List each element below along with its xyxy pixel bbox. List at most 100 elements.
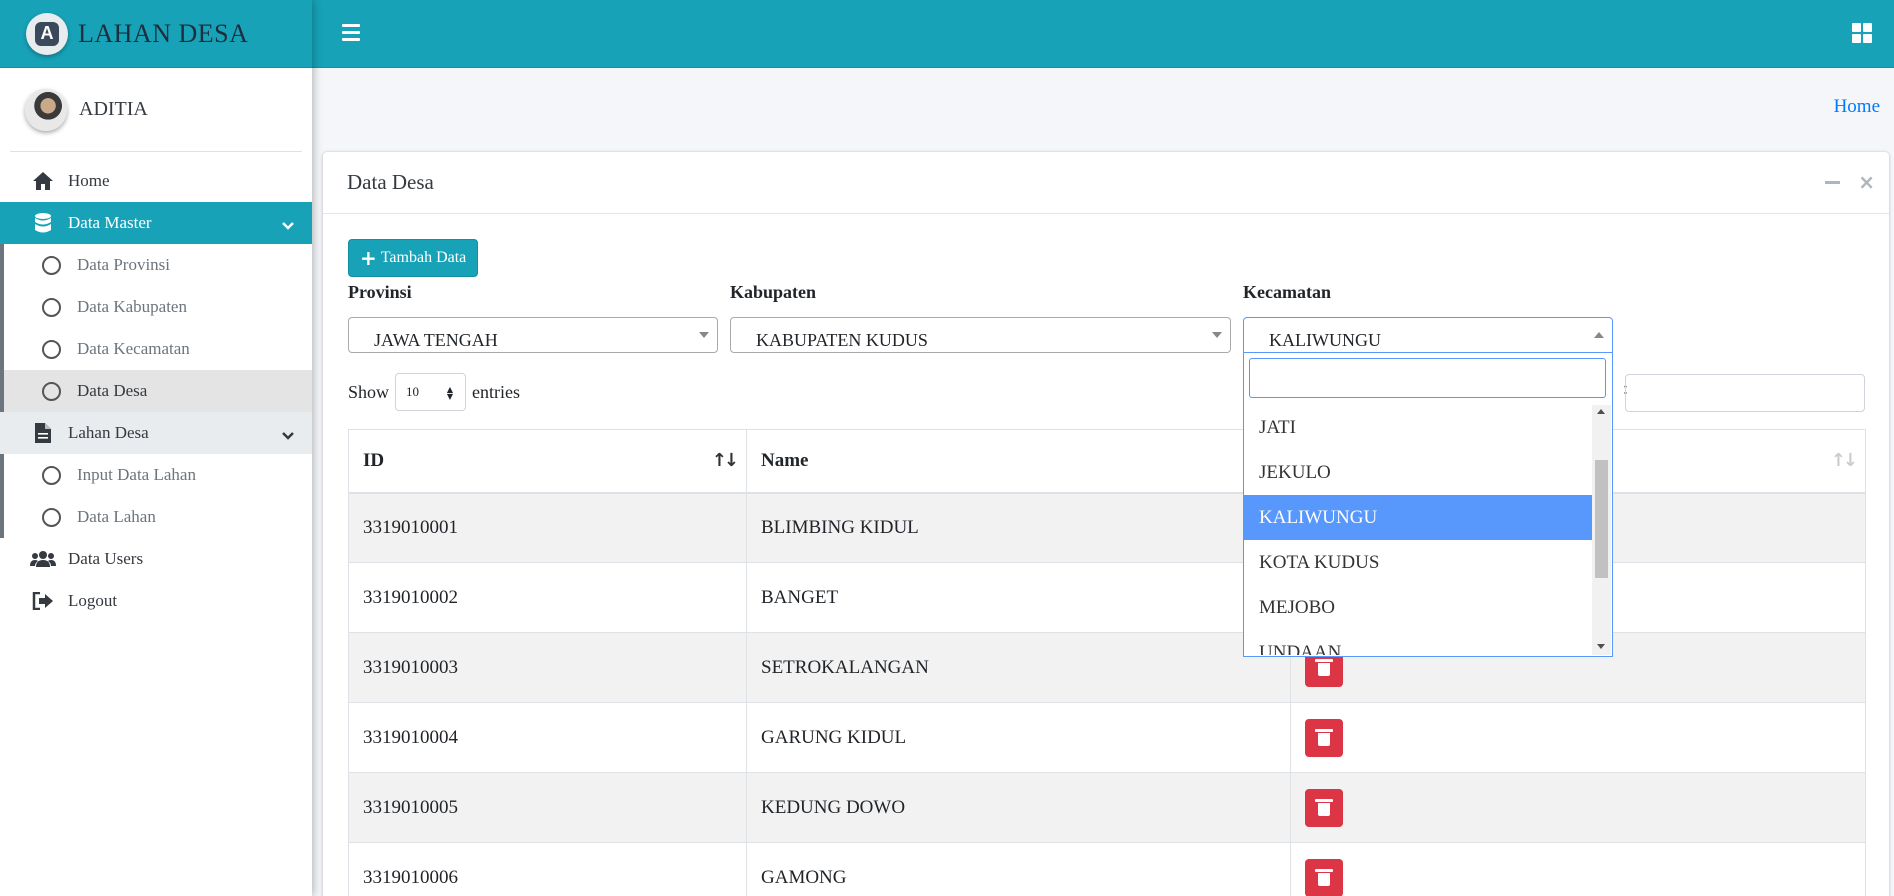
brand-link[interactable]: A LAHAN DESA	[0, 0, 312, 68]
cell-id: 3319010006	[348, 842, 747, 896]
entries-label: entries	[472, 381, 520, 402]
add-data-button[interactable]: + Tambah Data	[348, 239, 479, 277]
data-desa-card: Data Desa × + Tambah Data Provinsi Kabup…	[323, 152, 1889, 896]
sidebar-item-data-desa[interactable]: Data Desa	[4, 370, 312, 412]
collapse-icon[interactable]	[1825, 181, 1841, 184]
sort-icon: ↑↓	[1830, 450, 1858, 471]
grid-icon[interactable]	[1852, 23, 1872, 43]
cell-action	[1290, 842, 1866, 896]
database-icon	[30, 212, 56, 234]
column-header-label: ID	[363, 449, 385, 471]
sidebar-item-data-master[interactable]: Data Master	[0, 202, 312, 244]
up-down-icon: ▲ ▼	[446, 385, 454, 401]
page-length-select[interactable]: 10 ▲ ▼	[395, 373, 467, 411]
sidebar-item-input-data-lahan[interactable]: Input Data Lahan	[4, 454, 312, 496]
dropdown-option-selected[interactable]: KALIWUNGU	[1244, 495, 1592, 540]
caret-down-icon	[699, 332, 709, 338]
column-header-id[interactable]: ID ↑↓	[348, 429, 747, 494]
provinsi-label: Provinsi	[348, 282, 412, 302]
circle-icon	[42, 339, 61, 359]
plus-icon: +	[360, 246, 377, 270]
table-row: 3319010005 KEDUNG DOWO	[348, 772, 1866, 843]
sidebar-item-label: Data Desa	[77, 381, 148, 400]
column-header-name[interactable]: Name	[746, 429, 1291, 494]
sign-out-icon	[30, 592, 56, 610]
page-length-control: Show 10 ▲ ▼ entries	[348, 373, 520, 411]
table-row: 3319010006 GAMONG	[348, 842, 1866, 896]
kabupaten-select[interactable]: KABUPATEN KUDUS	[730, 317, 1231, 353]
dropdown-option[interactable]: UNDAAN	[1244, 630, 1592, 656]
sort-icon: ↑↓	[711, 450, 739, 471]
show-label: Show	[348, 381, 390, 402]
cell-id: 3319010004	[348, 702, 747, 773]
sidebar-item-lahan-desa[interactable]: Lahan Desa	[0, 412, 312, 454]
cell-action	[1290, 702, 1866, 773]
users-icon	[30, 550, 56, 568]
delete-button[interactable]	[1305, 788, 1343, 827]
sidebar-item-label: Data Users	[68, 549, 144, 568]
brand-title: LAHAN DESA	[78, 18, 249, 48]
chevron-down-icon	[282, 426, 294, 446]
delete-button[interactable]	[1305, 858, 1343, 896]
cell-name: GAMONG	[746, 842, 1291, 896]
cell-action	[1290, 772, 1866, 843]
page-length-value: 10	[406, 384, 420, 399]
scrollbar-thumb[interactable]	[1595, 460, 1608, 578]
caret-down-icon	[1212, 332, 1222, 338]
brand-logo: A	[26, 12, 68, 55]
delete-button[interactable]	[1305, 718, 1343, 757]
cell-name: BANGET	[746, 562, 1291, 633]
provinsi-select[interactable]: JAWA TENGAH	[348, 317, 718, 353]
sidebar-subnav-lahan-desa: Input Data Lahan Data Lahan	[0, 454, 312, 538]
circle-icon	[42, 507, 61, 527]
sidebar-item-data-provinsi[interactable]: Data Provinsi	[4, 244, 312, 286]
sidebar: A LAHAN DESA ADITIA Home Data Master Dat…	[0, 0, 312, 896]
sidebar-item-label: Lahan Desa	[68, 423, 149, 442]
dropdown-option[interactable]: KOTA KUDUS	[1244, 540, 1592, 585]
sidebar-item-logout[interactable]: Logout	[0, 580, 312, 622]
dropdown-search-input[interactable]	[1249, 358, 1606, 398]
dropdown-option[interactable]: JATI	[1244, 405, 1592, 450]
kabupaten-label: Kabupaten	[730, 282, 817, 302]
cell-name: BLIMBING KIDUL	[746, 492, 1291, 563]
sidebar-item-data-users[interactable]: Data Users	[0, 538, 312, 580]
home-icon	[30, 171, 56, 191]
sidebar-item-data-lahan[interactable]: Data Lahan	[4, 496, 312, 538]
sidebar-item-data-kecamatan[interactable]: Data Kecamatan	[4, 328, 312, 370]
dropdown-option[interactable]: JEKULO	[1244, 450, 1592, 495]
menu-toggle-icon[interactable]	[342, 24, 360, 42]
kabupaten-select-value: KABUPATEN KUDUS	[756, 330, 928, 350]
sidebar-item-data-kabupaten[interactable]: Data Kabupaten	[4, 286, 312, 328]
sidebar-item-home[interactable]: Home	[0, 160, 312, 202]
search-input[interactable]	[1625, 374, 1865, 412]
close-icon[interactable]: ×	[1858, 172, 1875, 192]
kecamatan-select[interactable]: KALIWUNGU	[1243, 317, 1613, 353]
scroll-down-icon[interactable]	[1597, 644, 1605, 649]
sidebar-item-label: Data Lahan	[77, 507, 156, 526]
top-navbar	[312, 0, 1894, 68]
cell-name: GARUNG KIDUL	[746, 702, 1291, 773]
scroll-up-icon[interactable]	[1597, 409, 1605, 414]
kecamatan-dropdown: JATI JEKULO KALIWUNGU KOTA KUDUS MEJOBO …	[1243, 353, 1613, 657]
sidebar-item-label: Input Data Lahan	[77, 465, 196, 484]
sidebar-item-label: Data Kabupaten	[77, 297, 187, 316]
sidebar-nav-3: Data Users Logout	[0, 538, 312, 622]
table-header-row: ID ↑↓ Name ↑↓	[348, 429, 1866, 494]
sidebar-nav: Home Data Master	[0, 160, 312, 244]
table-row: 3319010003 SETROKALANGAN	[348, 632, 1866, 703]
cell-id: 3319010005	[348, 772, 747, 843]
table-row: 3319010001 BLIMBING KIDUL	[348, 492, 1866, 563]
card-tools: ×	[1825, 172, 1875, 192]
breadcrumb-home[interactable]: Home	[1834, 96, 1880, 118]
user-name[interactable]: ADITIA	[79, 98, 148, 121]
file-icon	[30, 423, 56, 443]
user-panel[interactable]: ADITIA	[10, 68, 302, 152]
dropdown-scrollbar[interactable]	[1592, 405, 1611, 655]
circle-icon	[42, 297, 61, 317]
dropdown-options: JATI JEKULO KALIWUNGU KOTA KUDUS MEJOBO …	[1244, 405, 1592, 655]
card-header: Data Desa ×	[323, 152, 1889, 214]
sidebar-item-label: Logout	[68, 591, 118, 610]
sidebar-subnav-data-master: Data Provinsi Data Kabupaten Data Kecama…	[0, 244, 312, 412]
dropdown-option[interactable]: MEJOBO	[1244, 585, 1592, 630]
cell-name: KEDUNG DOWO	[746, 772, 1291, 843]
